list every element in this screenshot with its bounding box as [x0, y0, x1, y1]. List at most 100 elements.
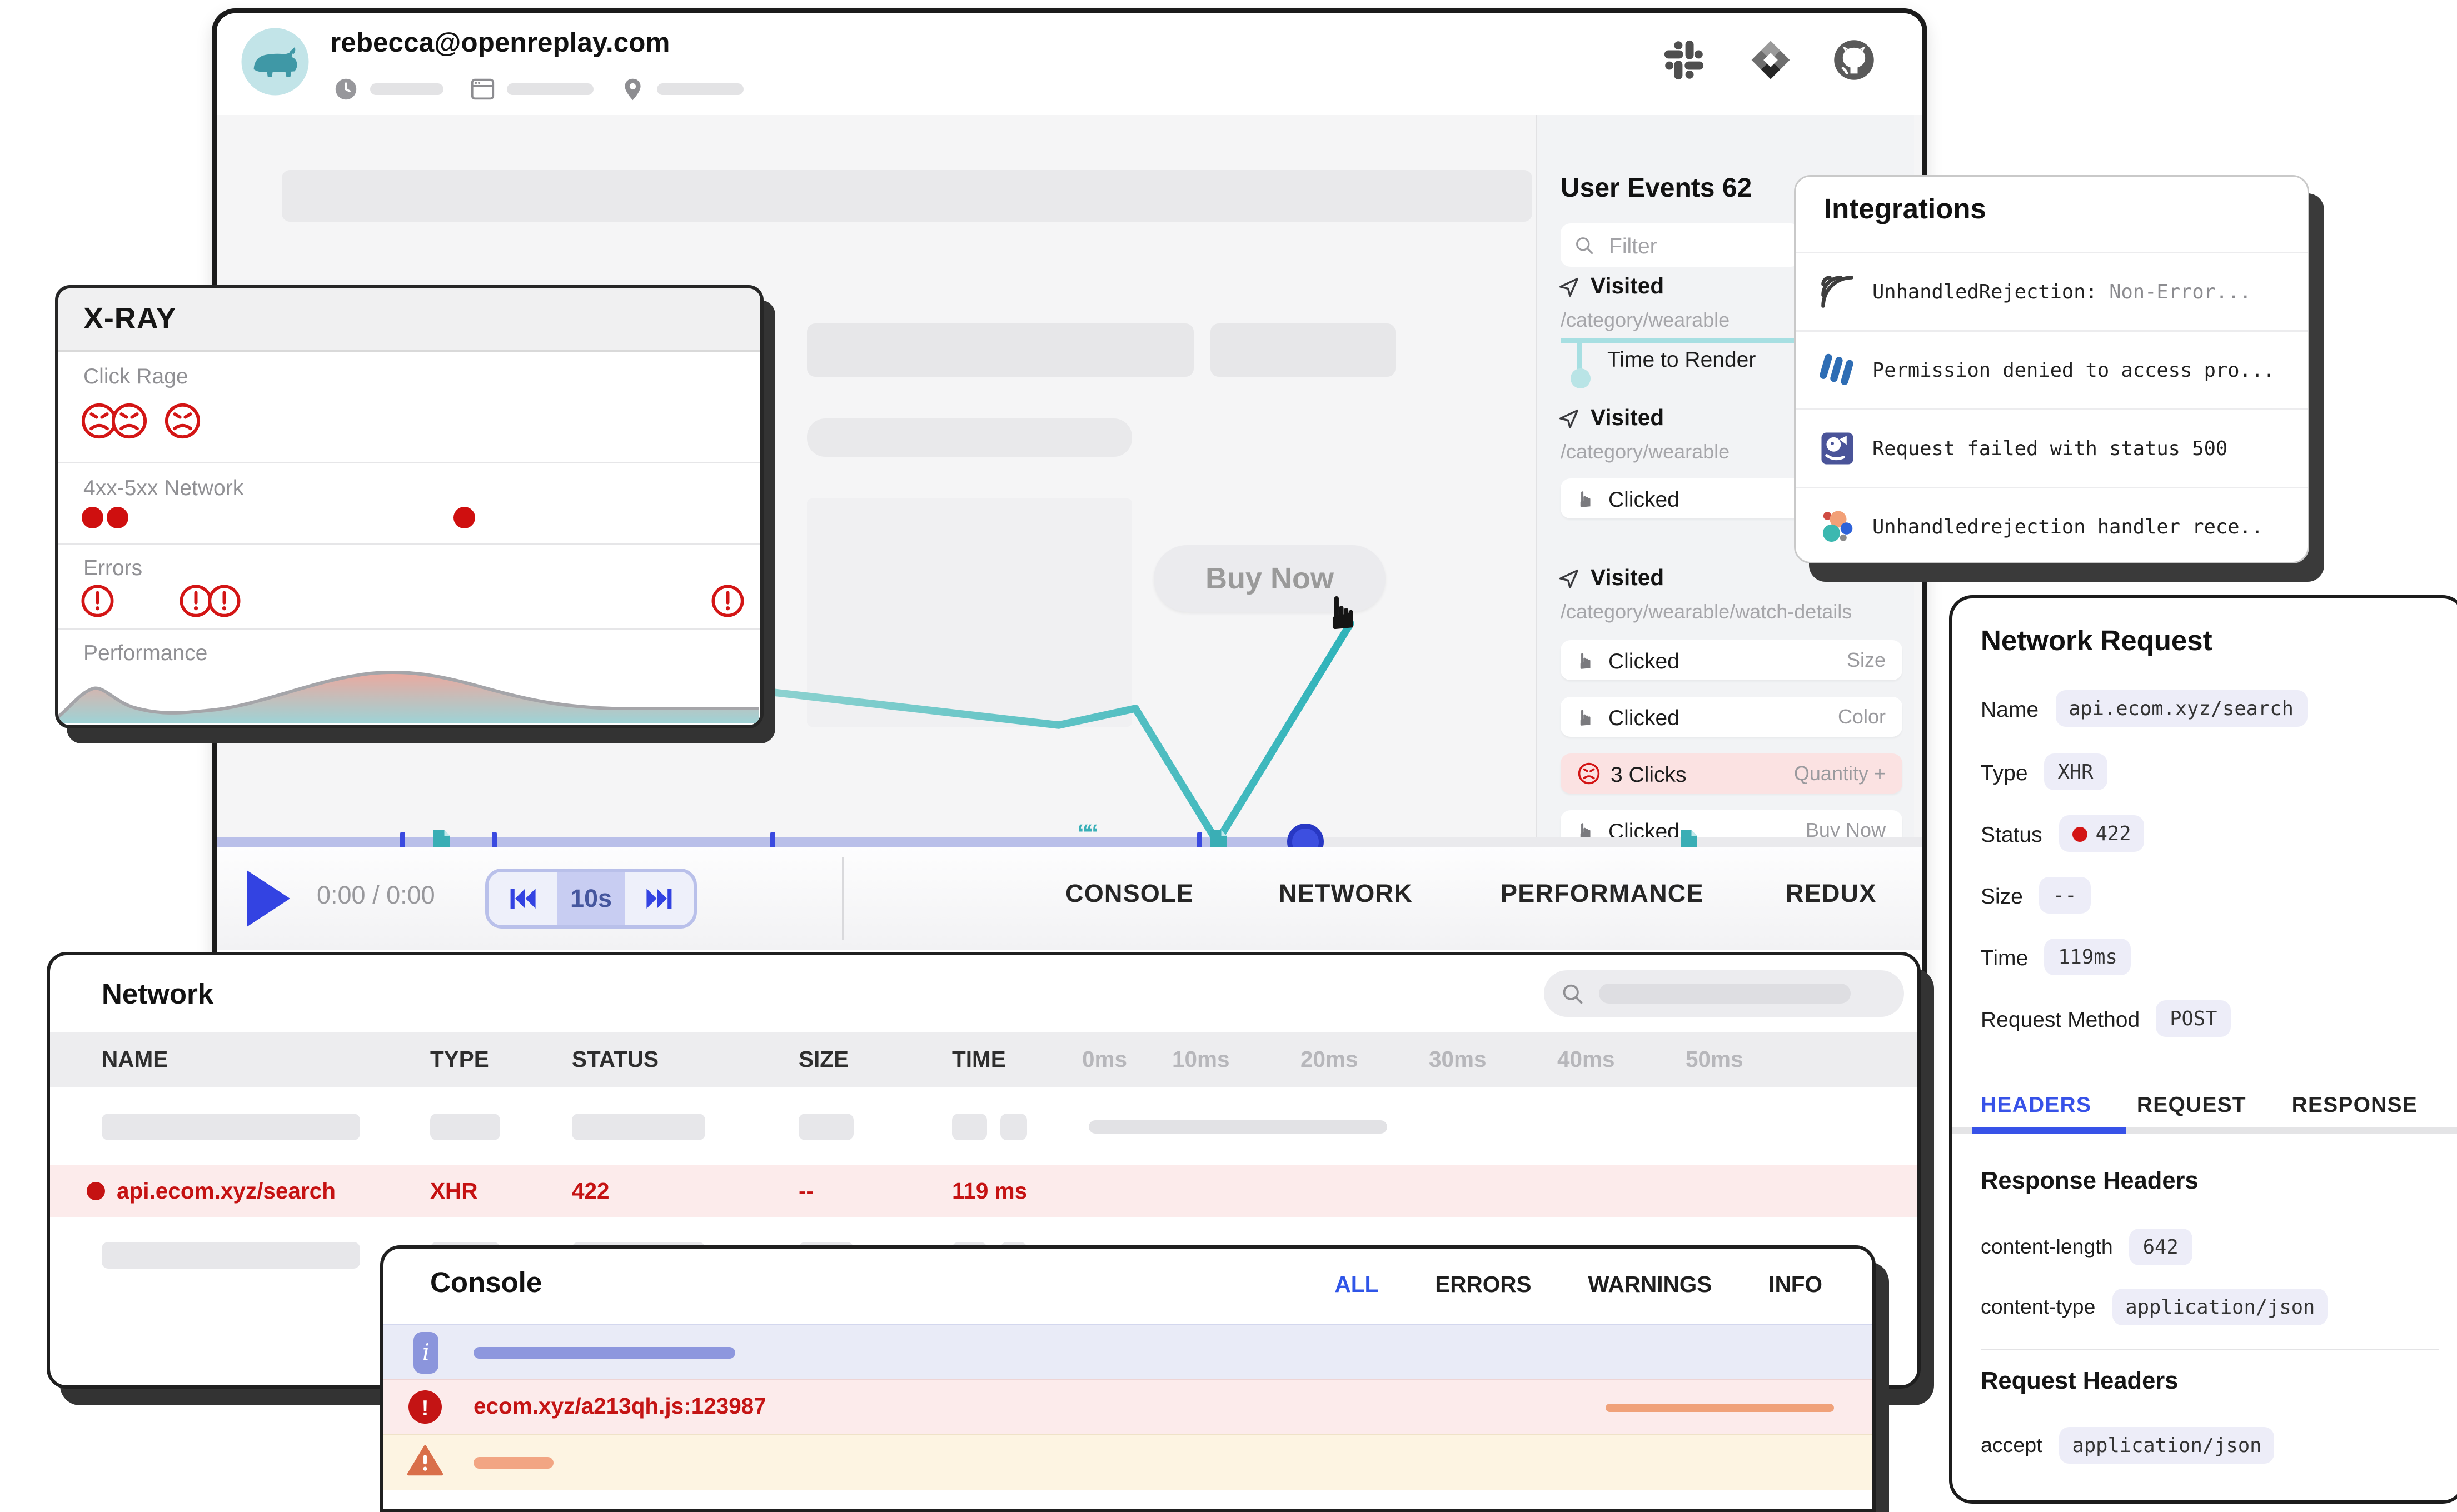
event-visited-3[interactable]: Visited [1557, 565, 1664, 590]
nr-status-code: 422 [2096, 822, 2131, 845]
integration-item-elastic[interactable]: Unhandledrejection handler rece.. [1796, 487, 2308, 563]
browser-icon [470, 77, 495, 102]
nr-tab-track [1952, 1127, 2457, 1133]
click-path-line [750, 598, 1384, 840]
waterfall-bar [1089, 1120, 1387, 1134]
integration-error-title: Request failed with status 500 [1872, 437, 2227, 460]
datadog-icon [1819, 430, 1856, 467]
response-headers-title: Response Headers [1981, 1169, 2199, 1195]
error-circle-icon[interactable] [207, 583, 242, 618]
github-icon[interactable] [1832, 38, 1876, 82]
performance-area-chart [58, 660, 759, 723]
scale-0ms: 0ms [1082, 1047, 1127, 1072]
xray-title: X-RAY [83, 302, 177, 337]
rage-face-icon[interactable] [163, 402, 202, 440]
skip-back-button[interactable] [489, 872, 557, 925]
tab-network[interactable]: NETWORK [1279, 880, 1413, 909]
scale-30ms: 30ms [1429, 1047, 1487, 1072]
network-error-row[interactable]: api.ecom.xyz/search XHR 422 -- 119 ms [50, 1165, 1917, 1217]
session-duration-skeleton [370, 83, 443, 95]
console-error-row[interactable]: ! ecom.xyz/a213qh.js:123987 [383, 1379, 1872, 1435]
time-to-render-item[interactable]: Time to Render [1607, 347, 1756, 372]
rage-face-icon[interactable] [110, 402, 148, 440]
console-tab-all[interactable]: ALL [1334, 1272, 1378, 1297]
visited-icon [1557, 406, 1581, 430]
console-tab-info[interactable]: INFO [1768, 1272, 1822, 1297]
integration-item-sentry[interactable]: UnhandledRejection: Non-Error... [1796, 252, 2308, 330]
session-browser-skeleton [507, 83, 594, 95]
page-bar-skeleton [807, 418, 1132, 457]
events-filter-box[interactable] [1561, 223, 1801, 267]
integration-item-waves[interactable]: Permission denied to access pro... [1796, 330, 2308, 408]
nr-name-label: Name [1981, 696, 2039, 721]
event-target-label: Size [1847, 648, 1886, 672]
integration-item-datadog[interactable]: Request failed with status 500 [1796, 408, 2308, 487]
cell-type: XHR [430, 1179, 478, 1204]
page-block-skeleton [1210, 323, 1396, 377]
events-filter-input[interactable] [1606, 231, 1779, 260]
event-rage-click-card[interactable]: 3 Clicks Quantity + [1561, 753, 1902, 794]
click-hand-icon: ☛ [1574, 489, 1599, 508]
col-status: STATUS [572, 1047, 659, 1072]
network-request-panel: Network Request Name api.ecom.xyz/search… [1949, 595, 2457, 1504]
event-type-label: Visited [1591, 405, 1664, 430]
network-error-dot[interactable] [82, 507, 103, 528]
console-tab-warnings[interactable]: WARNINGS [1588, 1272, 1712, 1297]
slack-icon[interactable] [1662, 38, 1706, 82]
nr-tab-request[interactable]: REQUEST [2137, 1092, 2246, 1117]
tab-performance[interactable]: PERFORMANCE [1501, 880, 1704, 909]
nr-time-label: Time [1981, 945, 2028, 970]
event-path: /category/wearable [1561, 308, 1730, 332]
accept-value: application/json [2059, 1427, 2275, 1464]
event-clicked-card[interactable]: ☛ Clicked Color [1561, 697, 1902, 737]
network-search-box[interactable] [1544, 970, 1904, 1017]
scale-40ms: 40ms [1557, 1047, 1615, 1072]
timeline-quote-marker[interactable]: ““ [1077, 820, 1095, 849]
console-warning-row[interactable] [383, 1434, 1872, 1490]
location-pin-icon [620, 77, 645, 102]
scale-20ms: 20ms [1300, 1047, 1358, 1072]
event-clicked-label: Clicked [1608, 705, 1679, 730]
skip-interval-value[interactable]: 10s [557, 872, 625, 925]
nr-tab-response[interactable]: RESPONSE [2292, 1092, 2418, 1117]
network-error-dot[interactable] [107, 507, 128, 528]
content-type-label: content-type [1981, 1295, 2095, 1319]
nr-size-label: Size [1981, 883, 2023, 908]
playback-time: 0:00 / 0:00 [317, 882, 435, 910]
nr-time-row: Time 119ms [1981, 939, 2131, 975]
nr-type-row: Type XHR [1981, 753, 2107, 790]
nr-method-value: POST [2156, 1000, 2230, 1037]
play-button[interactable] [247, 870, 290, 927]
console-info-row[interactable]: i [383, 1324, 1872, 1380]
user-events-title: User Events 62 [1561, 175, 1752, 205]
event-clicked-label: Clicked [1608, 486, 1679, 511]
content-length-value: 642 [2130, 1229, 2192, 1265]
nr-name-row: Name api.ecom.xyz/search [1981, 690, 2307, 727]
replay-timeline[interactable]: ““ [217, 837, 1922, 847]
col-type: TYPE [430, 1047, 489, 1072]
event-visited-2[interactable]: Visited [1557, 405, 1664, 430]
buy-now-label: Buy Now [1205, 561, 1334, 596]
nr-tab-active-underline [1972, 1127, 2126, 1133]
nr-tab-headers[interactable]: HEADERS [1981, 1092, 2091, 1117]
search-icon [1574, 234, 1596, 256]
event-target-label: Color [1838, 705, 1886, 728]
error-circle-icon[interactable] [710, 583, 745, 618]
jira-diamond-icon[interactable] [1749, 38, 1792, 82]
skip-forward-button[interactable] [625, 872, 694, 925]
error-circle-icon[interactable] [80, 583, 115, 618]
network-row-skeleton[interactable] [50, 1102, 1917, 1152]
tab-console[interactable]: CONSOLE [1065, 880, 1194, 909]
session-user-email: rebecca@openreplay.com [330, 28, 670, 60]
user-events-title-text: User Events [1561, 175, 1715, 203]
event-clicked-card[interactable]: ☛ Clicked Size [1561, 640, 1902, 680]
integrations-panel: Integrations UnhandledRejection: Non-Err… [1794, 175, 2309, 563]
accept-label: accept [1981, 1434, 2042, 1457]
console-error-source: ecom.xyz/a213qh.js:123987 [474, 1394, 766, 1419]
network-error-dot[interactable] [453, 507, 475, 528]
console-tab-errors[interactable]: ERRORS [1435, 1272, 1531, 1297]
content-length-row: content-length 642 [1981, 1229, 2192, 1265]
event-visited-1[interactable]: Visited [1557, 273, 1664, 298]
tab-redux[interactable]: REDUX [1786, 880, 1877, 909]
session-header: rebecca@openreplay.com [217, 13, 1922, 117]
